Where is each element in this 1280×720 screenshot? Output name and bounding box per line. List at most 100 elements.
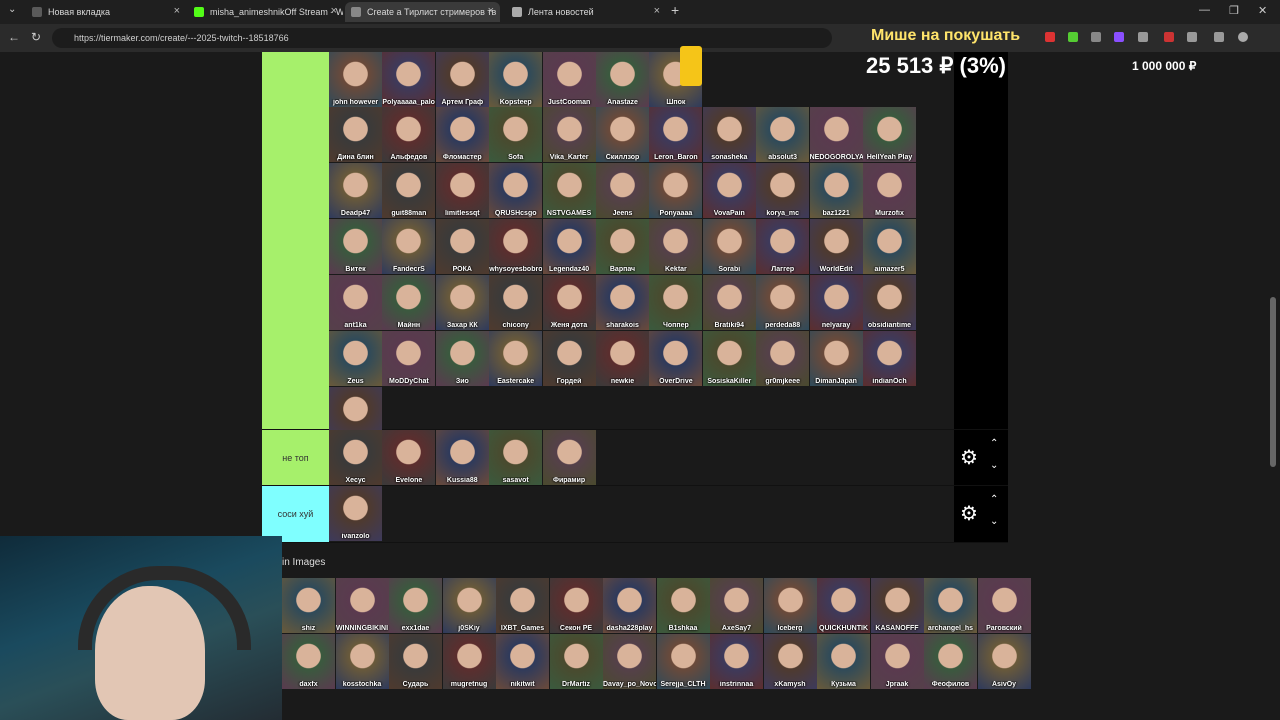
tier-image-tile[interactable]: AsivOy: [977, 634, 1031, 689]
tier-image-tile[interactable]: Витек: [329, 219, 382, 274]
tier-image-tile[interactable]: archangel_hs: [924, 578, 977, 633]
tier-image-tile[interactable]: mugretnug: [442, 634, 496, 689]
tier-image-tile[interactable]: daxfx: [282, 634, 335, 689]
twitch-extension-icon[interactable]: [1114, 32, 1124, 42]
tier-image-tile[interactable]: exx1dae: [389, 578, 442, 633]
tier-image-tile[interactable]: Женя дота: [542, 275, 596, 330]
tier-image-tile[interactable]: perdeda88: [756, 275, 810, 330]
close-icon[interactable]: ×: [331, 5, 337, 17]
tier-image-tile[interactable]: SosiskaKiller: [702, 331, 756, 386]
tab-tiermaker[interactable]: Create a Тирлист стримеров тв ×: [345, 2, 500, 22]
maximize-button[interactable]: ❐: [1229, 4, 1239, 17]
tier-image-tile[interactable]: instrinnaa: [710, 634, 763, 689]
tier-image-tile[interactable]: Jeens: [596, 163, 649, 218]
tier-image-tile[interactable]: Murzofix: [863, 163, 916, 218]
tier-image-tile[interactable]: Альфедов: [382, 107, 436, 162]
tier-image-tile[interactable]: Anastaze: [596, 52, 649, 107]
gear-icon[interactable]: ⚙: [960, 501, 978, 526]
tier-image-tile[interactable]: sasavot: [489, 430, 543, 485]
tier-image-tile[interactable]: chicony: [489, 275, 543, 330]
tier-image-tile[interactable]: Bratiki94: [702, 275, 756, 330]
tier-image-tile[interactable]: Ponyaaaa: [649, 163, 703, 218]
tier-image-tile[interactable]: Гордей: [542, 331, 596, 386]
tier-image-tile[interactable]: Vika_Karter: [542, 107, 596, 162]
download-icon[interactable]: [1068, 32, 1078, 42]
extension-icon[interactable]: [1138, 32, 1148, 42]
tier-image-tile[interactable]: Раговский: [977, 578, 1031, 633]
tab-new-tab[interactable]: Новая вкладка ×: [26, 2, 186, 22]
tier-image-tile[interactable]: Захар КК: [435, 275, 489, 330]
tier-image-tile[interactable]: john however: [329, 52, 382, 107]
extension-icon[interactable]: [1164, 32, 1174, 42]
tier-image-tile[interactable]: Serejja_CLTH: [656, 634, 710, 689]
tier-image-tile[interactable]: whysoyesbobrolonely: [489, 219, 543, 274]
url-field[interactable]: https://tiermaker.com/create/---2025-twi…: [52, 28, 832, 48]
tier-image-tile[interactable]: Kektar: [649, 219, 703, 274]
tier-image-tile[interactable]: Майнн: [382, 275, 436, 330]
tier-image-tile[interactable]: Секон PE: [549, 578, 603, 633]
chevron-up-icon[interactable]: ⌃: [990, 494, 998, 505]
tier-image-tile[interactable]: HellYeah Play: [863, 107, 916, 162]
tier-image-tile[interactable]: QRUSHcsgo: [489, 163, 543, 218]
reload-icon[interactable]: ↻: [31, 30, 41, 44]
tier-image-tile[interactable]: obsidiantime: [863, 275, 916, 330]
tier-image-tile[interactable]: j0SKiy: [442, 578, 496, 633]
tier-image-tile[interactable]: Kopsteep: [489, 52, 543, 107]
tier-image-tile[interactable]: NSTVGAMES: [542, 163, 596, 218]
tier-image-tile[interactable]: Eastercake: [489, 331, 543, 386]
tier-image-tile[interactable]: Варпач: [596, 219, 649, 274]
tier-label[interactable]: соси хуй: [262, 486, 329, 542]
tier-image-tile[interactable]: Кузьма: [817, 634, 870, 689]
tier-image-tile[interactable]: Зио: [435, 331, 489, 386]
tier-image-tile[interactable]: dasha228play: [603, 578, 656, 633]
chevron-up-icon[interactable]: ⌃: [990, 438, 998, 449]
tier-image-tile[interactable]: ant1ka: [329, 275, 382, 330]
tier-image-tile[interactable]: baz1221: [809, 163, 863, 218]
tier-image-tile[interactable]: indianOch: [863, 331, 916, 386]
tier-image-tile[interactable]: Хесус: [329, 430, 382, 485]
tier-image-tile[interactable]: WorldEdit: [809, 219, 863, 274]
tier-image-tile[interactable]: Davay_po_Novoy: [603, 634, 656, 689]
tier-image-tile[interactable]: Чоппер: [649, 275, 703, 330]
tab-news-feed[interactable]: Лента новостей ×: [506, 2, 666, 22]
tier-image-tile[interactable]: kosstochka: [335, 634, 389, 689]
tier-image-tile[interactable]: AxeSay7: [710, 578, 763, 633]
profile-avatar[interactable]: [1238, 32, 1248, 42]
tier-image-tile[interactable]: Deadp47: [329, 163, 382, 218]
tier-image-tile[interactable]: Сударь: [389, 634, 442, 689]
tier-image-tile[interactable]: Evelone: [382, 430, 436, 485]
tier-image-tile[interactable]: Polyaaaaa_paloma: [382, 52, 436, 107]
tier-image-tile[interactable]: DrMartiz: [549, 634, 603, 689]
tab-list-icon[interactable]: ⌄: [8, 4, 16, 15]
tier-image-tile[interactable]: ivanzolo: [329, 486, 382, 541]
tier-image-tile[interactable]: OverDrive: [649, 331, 703, 386]
close-icon[interactable]: ×: [654, 5, 660, 17]
tier-image-tile[interactable]: QUICKHUNTIK: [817, 578, 870, 633]
extension-icon[interactable]: [1045, 32, 1055, 42]
tier-image-tile[interactable]: JustCooman: [542, 52, 596, 107]
tier-image-tile[interactable]: FandecrS: [382, 219, 436, 274]
tier-image-tile[interactable]: Leron_Baron: [649, 107, 703, 162]
tier-image-tile[interactable]: Jpraak: [870, 634, 924, 689]
tier-image-tile[interactable]: Sorabi: [702, 219, 756, 274]
tier-image-tile[interactable]: korya_mc: [756, 163, 810, 218]
tier-image-tile[interactable]: Лаггер: [756, 219, 810, 274]
tier-image-tile[interactable]: absolut3: [756, 107, 810, 162]
tier-image-tile[interactable]: limitlessqt: [435, 163, 489, 218]
tier-image-tile[interactable]: sonasheka: [702, 107, 756, 162]
tier-image-tile[interactable]: B1shkaa: [656, 578, 710, 633]
tier-label[interactable]: [262, 52, 329, 429]
tier-image-tile[interactable]: Zeus: [329, 331, 382, 386]
tier-image-tile[interactable]: Фломастер: [435, 107, 489, 162]
chevron-down-icon[interactable]: ⌄: [990, 460, 998, 471]
tier-image-tile[interactable]: Фирамир: [542, 430, 596, 485]
tier-label[interactable]: не топ: [262, 430, 329, 485]
tier-image-tile[interactable]: gr0mjkeee: [756, 331, 810, 386]
tier-image-tile[interactable]: Kussia88: [435, 430, 489, 485]
window-close-button[interactable]: ✕: [1258, 4, 1267, 17]
tier-image-tile[interactable]: Скиллзор: [596, 107, 649, 162]
tier-image-tile[interactable]: РОКА: [435, 219, 489, 274]
chevron-down-icon[interactable]: ⌄: [990, 516, 998, 527]
tier-image-tile[interactable]: shiz: [282, 578, 335, 633]
tier-image-tile[interactable]: Феофилов: [924, 634, 977, 689]
